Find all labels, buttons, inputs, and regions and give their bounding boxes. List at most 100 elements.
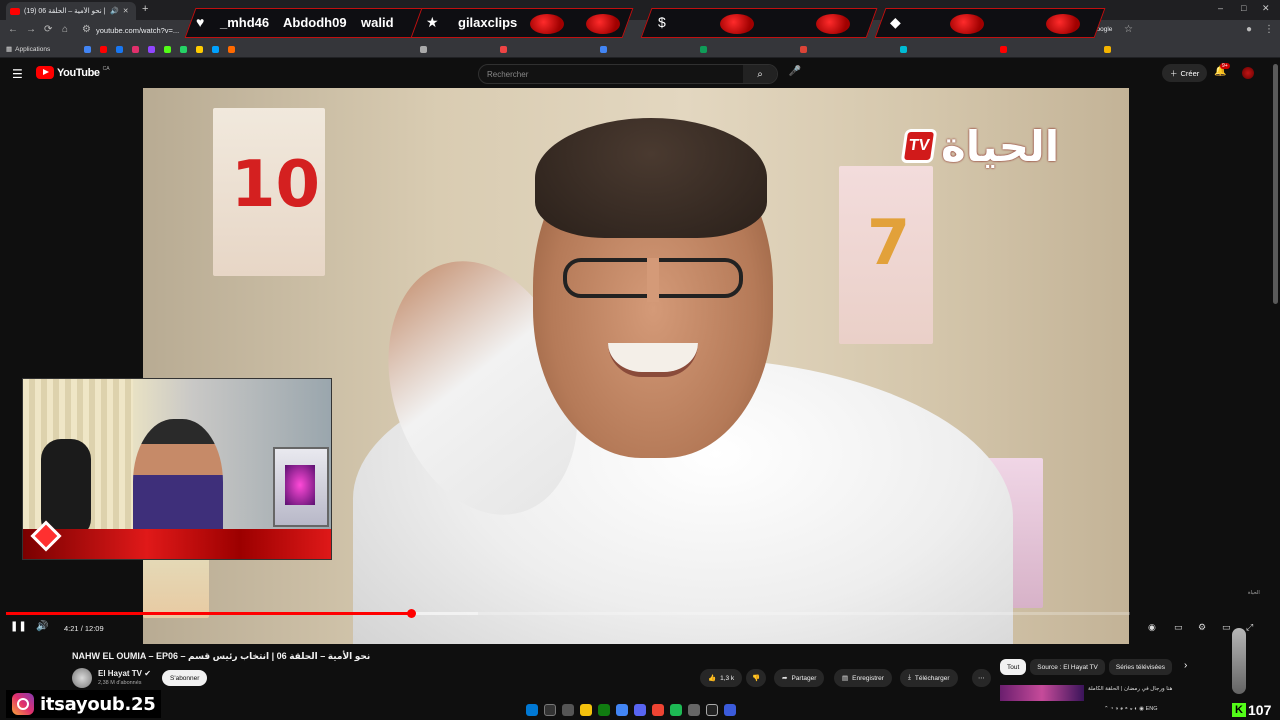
bookmark-apps[interactable]: ▦ Applications [6, 45, 50, 54]
bookmark-icon[interactable] [900, 46, 907, 53]
chrome-icon[interactable] [616, 704, 628, 716]
small-watermark: الحياة [1248, 590, 1260, 596]
bookmark-icon[interactable] [1104, 46, 1111, 53]
like-count: 1,3 k [720, 674, 735, 682]
share-button[interactable]: ➦ Partager [774, 669, 825, 687]
file-explorer-icon[interactable] [580, 704, 592, 716]
bookmark-icon[interactable] [180, 46, 187, 53]
close-tab-icon[interactable]: ✕ [123, 7, 129, 15]
microphone-icon[interactable]: 🎤 [786, 66, 804, 82]
url-field[interactable]: youtube.com/watch?v=... [96, 26, 179, 35]
bookmark-icon[interactable] [800, 46, 807, 53]
subtitles-icon[interactable]: ▭ [1174, 622, 1183, 633]
chip-series[interactable]: Séries télévisées [1108, 659, 1173, 675]
reload-icon[interactable]: ⟳ [44, 24, 52, 35]
settings-gear-icon[interactable]: ⚙ [1198, 622, 1206, 633]
notifications-bell-icon[interactable]: 🔔 9+ [1214, 63, 1230, 77]
channel-name[interactable]: El Hayat TV ✔ [98, 669, 151, 678]
chevron-right-icon[interactable]: › [1184, 660, 1187, 671]
bookmark-icon[interactable] [148, 46, 155, 53]
cloud-decor-icon [1046, 14, 1080, 34]
streamer-handle-overlay: itsayoub.25 [6, 690, 162, 718]
download-label: Télécharger [914, 674, 950, 682]
youtube-logo[interactable]: YouTube CA [36, 66, 110, 79]
bookmark-icon[interactable] [228, 46, 235, 53]
chip-all[interactable]: Tout [1000, 659, 1027, 675]
bookmark-icon[interactable] [116, 46, 123, 53]
youtube-header: ☰ YouTube CA Rechercher ⌕ 🎤 ＋ Créer 🔔 9+ [0, 58, 1280, 88]
language-indicator[interactable]: ENG [1146, 706, 1158, 712]
bookmark-icon[interactable] [420, 46, 427, 53]
home-icon[interactable]: ⌂ [62, 24, 68, 35]
site-info-icon[interactable]: ⚙ [82, 24, 91, 35]
autoplay-toggle-icon[interactable]: ◉ [1148, 622, 1156, 633]
page-scrollbar[interactable] [1273, 64, 1278, 304]
forward-icon[interactable]: → [26, 24, 36, 35]
search-icon[interactable]: ⌕ [743, 65, 777, 83]
account-avatar[interactable] [1242, 67, 1254, 79]
speaker-icon[interactable]: 🔊 [110, 7, 119, 15]
bookmark-icon[interactable] [84, 46, 91, 53]
back-icon[interactable]: ← [8, 24, 18, 35]
progress-scrubber[interactable] [406, 609, 416, 618]
share-icon: ➦ [782, 675, 788, 682]
discord-icon[interactable] [634, 704, 646, 716]
bookmark-icon: ▤ [842, 675, 849, 682]
browser-tab-youtube[interactable]: (19) نحو الأمية – الحلقة 06 | 🔊 ✕ [6, 2, 136, 20]
bookmark-icon[interactable] [164, 46, 171, 53]
brave-icon[interactable] [652, 704, 664, 716]
fullscreen-icon[interactable]: ⤢ [1246, 622, 1253, 633]
dislike-button[interactable]: 👎 [746, 669, 767, 687]
video-player[interactable]: 10 7 TV الحياة الحياة ❚❚ 🔊 4:21 / 12:09 … [0, 88, 1280, 644]
poster-number: 7 [867, 206, 911, 279]
apps-grid-icon: ▦ [6, 46, 13, 53]
search-input[interactable]: Rechercher [479, 70, 743, 79]
bookmark-icon[interactable] [212, 46, 219, 53]
obs-icon[interactable] [688, 704, 700, 716]
recommended-video-title[interactable]: هنا ورجال في رمضان | الحلقة الكاملة [1088, 686, 1172, 692]
search-box[interactable]: Rechercher ⌕ [478, 64, 778, 84]
bookmark-icon[interactable] [1000, 46, 1007, 53]
like-button[interactable]: 👍 1,3 k [700, 669, 743, 687]
recommended-video-thumbnail[interactable] [1000, 685, 1084, 701]
system-tray[interactable]: ⌃ ◔ ◑ ◕ ◓ ◒ ◐ ◉ ENG [1104, 706, 1158, 712]
app-icon[interactable] [724, 704, 736, 716]
maximize-button[interactable]: □ [1241, 3, 1246, 13]
profile-icon[interactable]: ● [1246, 24, 1252, 35]
chip-source[interactable]: Source : El Hayat TV [1030, 659, 1105, 675]
overlay-name: Abdodh09 [283, 15, 347, 30]
save-button[interactable]: ▤ Enregistrer [834, 669, 892, 687]
volume-icon[interactable]: 🔊 [36, 621, 48, 632]
new-tab-button[interactable]: + [142, 3, 148, 15]
channel-avatar[interactable] [72, 668, 92, 688]
notification-badge: 9+ [1220, 63, 1230, 69]
create-button[interactable]: ＋ Créer [1162, 64, 1208, 82]
subscribe-button[interactable]: S'abonner [162, 670, 208, 686]
close-window-button[interactable]: ✕ [1262, 3, 1270, 14]
streamer-webcam [22, 378, 332, 560]
pause-icon[interactable]: ❚❚ [10, 621, 27, 632]
video-frame[interactable]: 10 7 TV الحياة [143, 88, 1129, 644]
taskview-icon[interactable] [562, 704, 574, 716]
app-icon[interactable] [706, 704, 718, 716]
bookmark-star-icon[interactable]: ☆ [1124, 24, 1133, 35]
menu-kebab-icon[interactable]: ⋮ [1264, 24, 1274, 35]
progress-bar[interactable] [6, 609, 1130, 618]
bookmark-icon[interactable] [500, 46, 507, 53]
person-hair [535, 118, 767, 238]
bookmark-icon[interactable] [700, 46, 707, 53]
search-taskbar-icon[interactable] [544, 704, 556, 716]
xbox-icon[interactable] [598, 704, 610, 716]
hamburger-menu-icon[interactable]: ☰ [12, 67, 23, 81]
bookmark-icon[interactable] [600, 46, 607, 53]
bookmark-icon[interactable] [132, 46, 139, 53]
bookmark-icon[interactable] [100, 46, 107, 53]
theater-mode-icon[interactable]: ▭ [1222, 622, 1231, 633]
more-actions-button[interactable]: ⋯ [972, 669, 991, 687]
windows-start-icon[interactable] [526, 704, 538, 716]
webcam-pc-case [273, 447, 329, 527]
spotify-icon[interactable] [670, 704, 682, 716]
download-button[interactable]: ⤓ Télécharger [900, 669, 958, 687]
minimize-button[interactable]: – [1218, 3, 1223, 13]
bookmark-icon[interactable] [196, 46, 203, 53]
